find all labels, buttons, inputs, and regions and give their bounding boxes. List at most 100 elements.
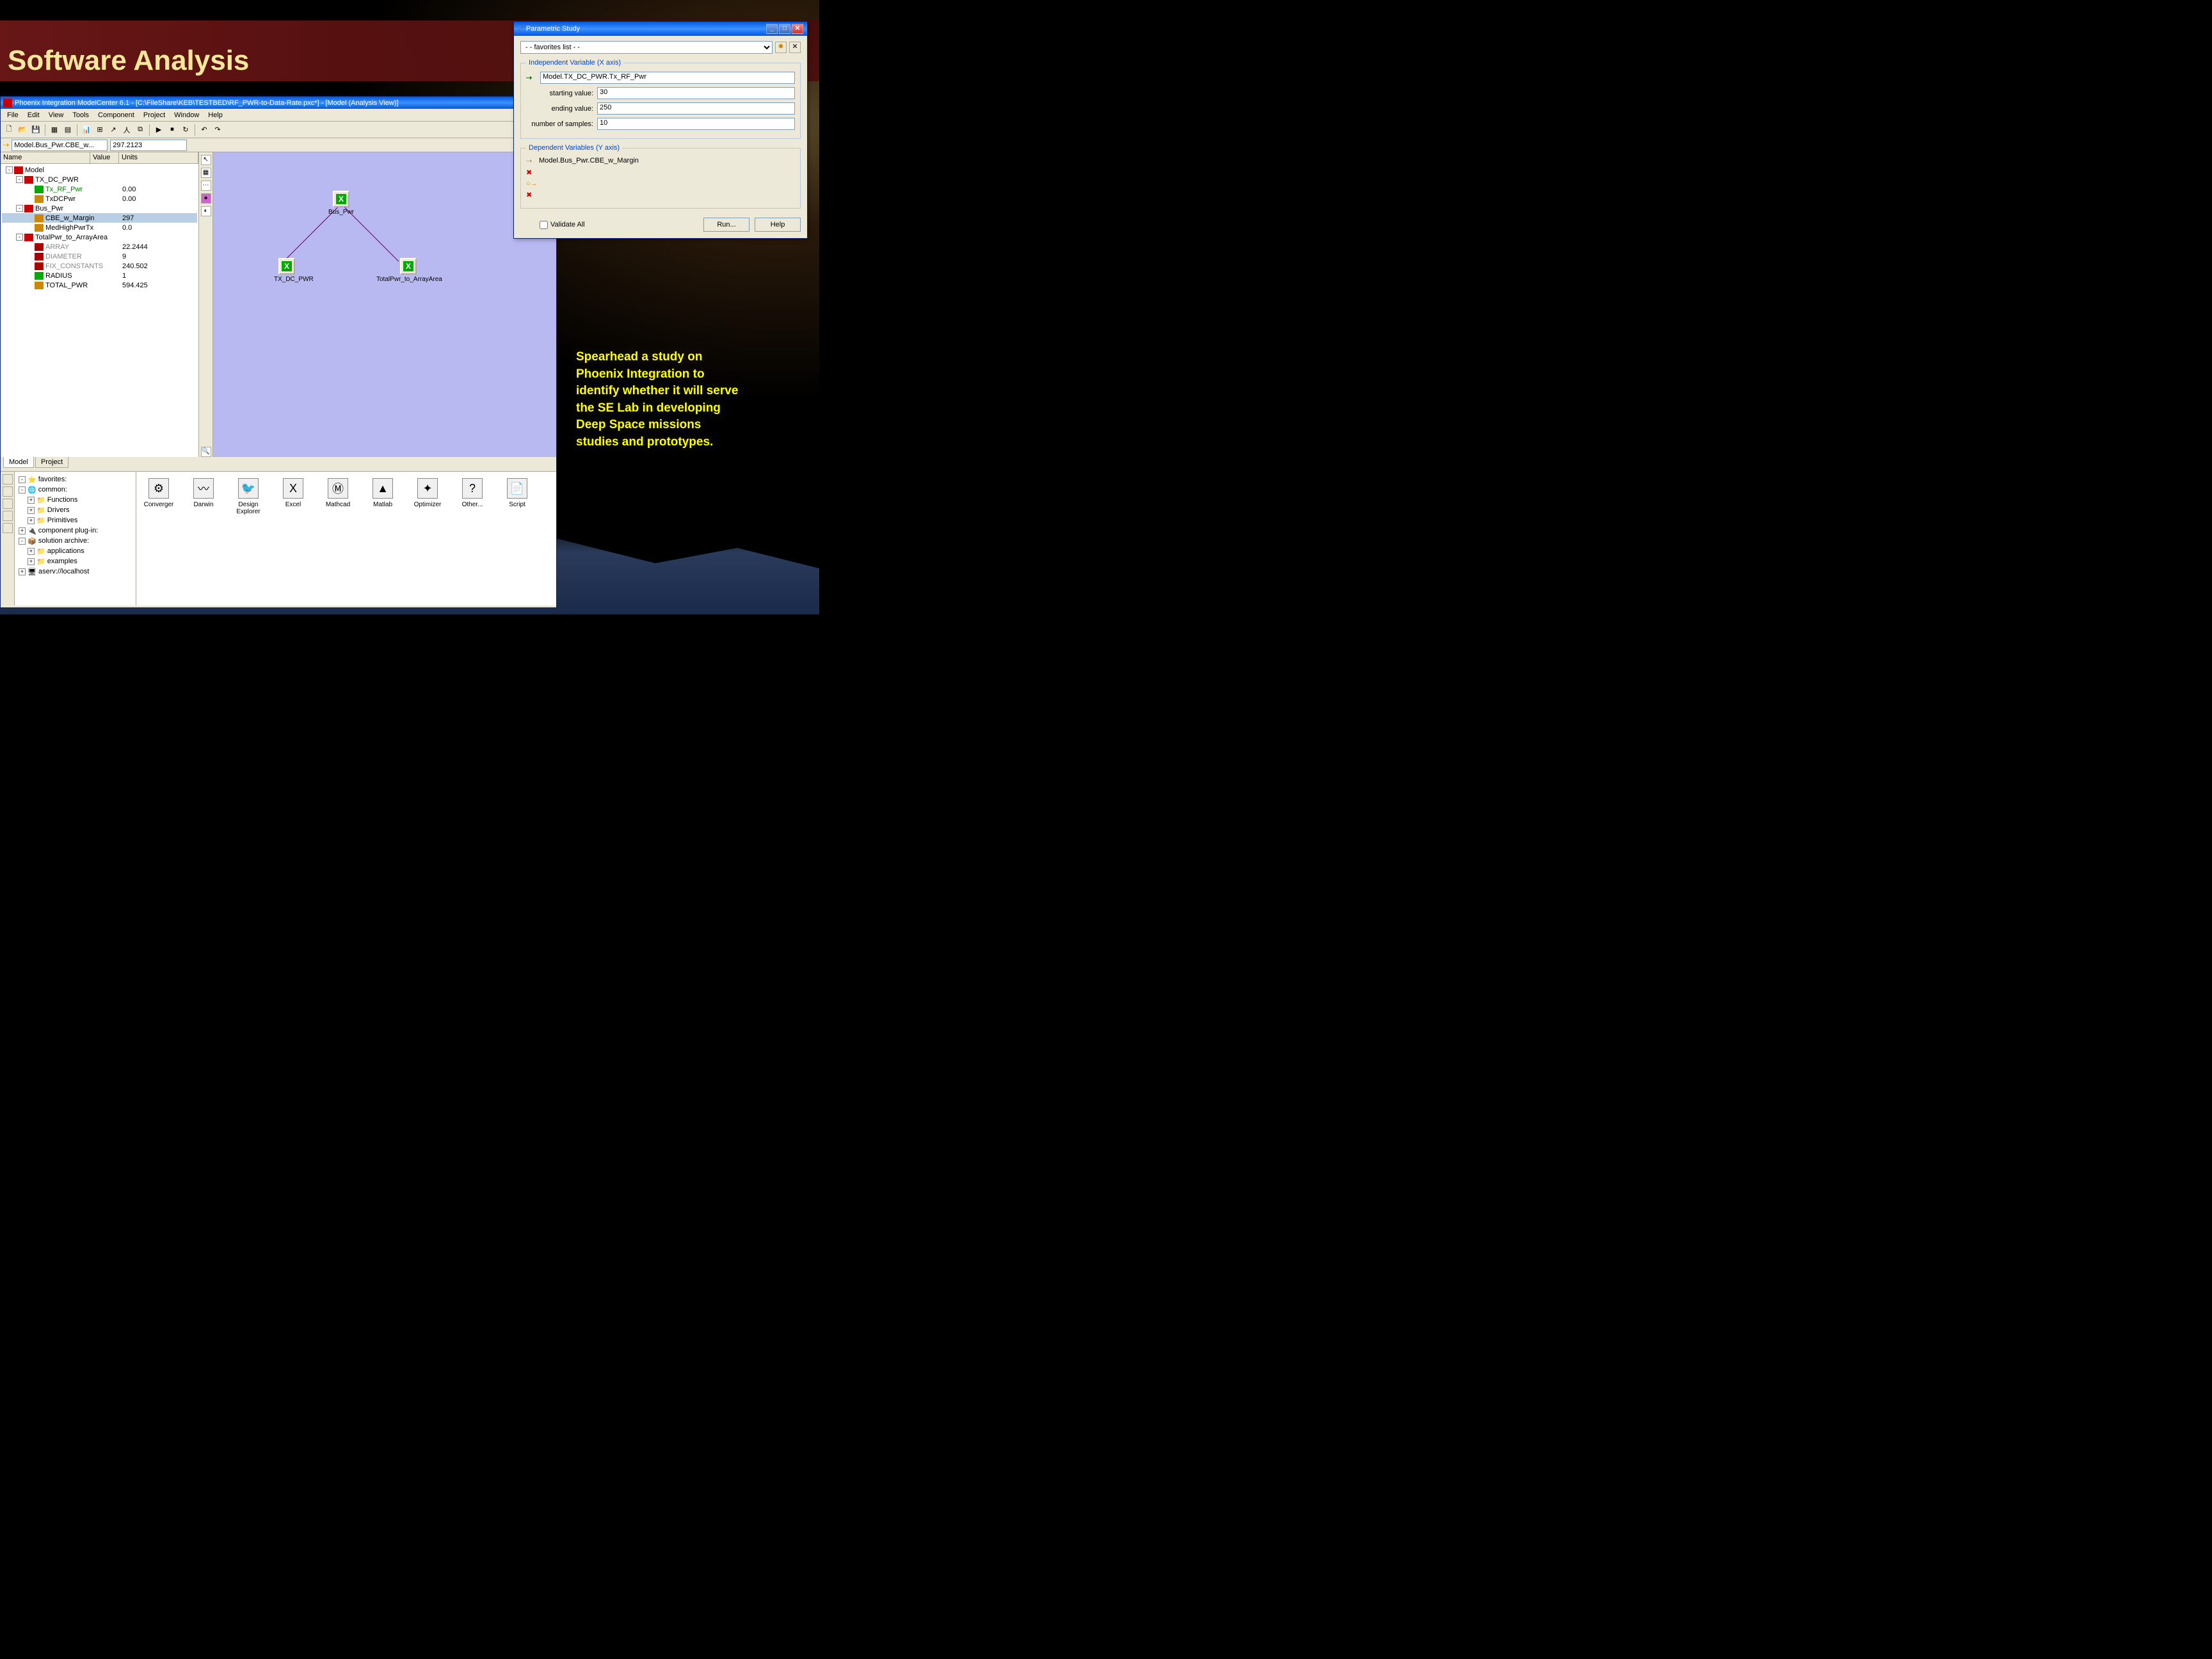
expand-icon[interactable]: - [16, 176, 23, 183]
input-var-icon[interactable]: ⇢ [526, 74, 536, 83]
node-bus-pwr[interactable]: X Bus_Pwr [328, 191, 354, 216]
palette-item[interactable]: ⚙Converger [143, 478, 175, 508]
toolbar-icon[interactable]: ▶ [153, 124, 164, 136]
toolbar-icon[interactable]: ⧉ [134, 124, 146, 136]
menu-window[interactable]: Window [170, 110, 203, 120]
menu-file[interactable]: File [3, 110, 22, 120]
expand-icon[interactable]: - [16, 234, 23, 241]
tree-row[interactable]: RADIUS1 [2, 271, 197, 280]
node-tx-dc-pwr[interactable]: X TX_DC_PWR [274, 258, 300, 283]
server-tree-row[interactable]: +🖥aserv://localhost [17, 566, 133, 577]
indep-var-field[interactable]: Model.TX_DC_PWR.Tx_RF_Pwr [540, 72, 795, 84]
menu-project[interactable]: Project [140, 110, 169, 120]
chart-icon[interactable]: 📊 [81, 124, 92, 136]
expand-icon[interactable]: + [28, 517, 35, 524]
tree-row[interactable]: Tx_RF_Pwr0.00 [2, 184, 197, 194]
maximize-icon[interactable]: □ [779, 24, 790, 34]
server-tree-row[interactable]: -📦solution archive: [17, 536, 133, 546]
expand-icon[interactable]: + [28, 497, 35, 504]
server-tree-row[interactable]: +📁Functions [17, 495, 133, 505]
dep-var-item[interactable]: Model.Bus_Pwr.CBE_w_Margin [539, 157, 795, 164]
tool-icon[interactable]: ▦ [201, 168, 211, 178]
tab-project[interactable]: Project [35, 457, 68, 468]
expand-icon[interactable]: + [19, 527, 26, 534]
new-icon[interactable]: 🗋 [3, 124, 15, 136]
output-var-icon[interactable]: ⇢ [526, 157, 539, 165]
tree-row[interactable]: DIAMETER9 [2, 252, 197, 261]
clear-vars-icon[interactable]: ✖ [526, 191, 539, 199]
redo-icon[interactable]: ↷ [212, 124, 223, 136]
close-icon[interactable]: ✕ [792, 24, 803, 34]
tool-icon[interactable]: ⋯ [201, 180, 211, 191]
toolbar-icon[interactable]: ▦ [49, 124, 60, 136]
undo-icon[interactable]: ↶ [198, 124, 210, 136]
toolbar-icon[interactable]: ⊞ [94, 124, 106, 136]
palette-item[interactable]: ▲Matlab [367, 478, 399, 508]
validate-checkbox-input[interactable] [540, 221, 548, 229]
tool-icon[interactable]: ● [201, 193, 211, 204]
dep-var-list[interactable]: Model.Bus_Pwr.CBE_w_Margin [539, 157, 795, 203]
side-icon[interactable] [3, 486, 13, 497]
remove-var-icon[interactable]: ✖ [526, 168, 539, 177]
toolbar-icon[interactable]: ↗ [108, 124, 119, 136]
side-icon[interactable] [3, 499, 13, 509]
expand-icon[interactable]: + [28, 548, 35, 555]
node-total-pwr[interactable]: X TotalPwr_to_ArrayArea [376, 258, 440, 283]
col-units[interactable]: Units [119, 152, 198, 163]
col-name[interactable]: Name [1, 152, 90, 163]
remove-favorite-icon[interactable]: ✕ [789, 42, 801, 53]
server-tree-row[interactable]: +🔌component plug-in: [17, 525, 133, 536]
expand-icon[interactable]: - [16, 205, 23, 212]
path-field[interactable] [12, 140, 108, 151]
favorites-dropdown[interactable]: - - favorites list - - [520, 41, 773, 54]
toolbar-icon[interactable]: ↻ [180, 124, 191, 136]
menu-view[interactable]: View [45, 110, 68, 120]
palette-item[interactable]: XExcel [277, 478, 309, 508]
tree-row[interactable]: CBE_w_Margin297 [2, 213, 197, 223]
minimize-icon[interactable]: _ [766, 24, 778, 34]
tool-icon[interactable]: ◐ [201, 206, 211, 216]
toolbar-icon[interactable]: ⏹ [166, 124, 178, 136]
model-canvas[interactable]: X Bus_Pwr X TX_DC_PWR X TotalPwr_to_Arra… [213, 152, 556, 457]
col-value[interactable]: Value [90, 152, 119, 163]
tree-row[interactable]: MedHighPwrTx0.0 [2, 223, 197, 232]
server-tree[interactable]: -⭐favorites:-🌐common:+📁Functions+📁Driver… [15, 472, 136, 605]
tree-row[interactable]: TOTAL_PWR594.425 [2, 280, 197, 290]
palette-item[interactable]: ⓂMathcad [322, 478, 354, 508]
server-tree-row[interactable]: -🌐common: [17, 485, 133, 495]
validate-all-checkbox[interactable]: Validate All [540, 221, 585, 229]
expand-icon[interactable]: + [19, 568, 26, 575]
save-icon[interactable]: 💾 [30, 124, 42, 136]
samples-field[interactable]: 10 [597, 118, 795, 130]
side-icon[interactable] [3, 523, 13, 533]
tree-row[interactable]: FIX_CONSTANTS240.502 [2, 261, 197, 271]
tree-row[interactable]: ARRAY22.2444 [2, 242, 197, 252]
end-value-field[interactable]: 250 [597, 102, 795, 115]
palette-item[interactable]: 🐦Design Explorer [232, 478, 264, 515]
server-tree-row[interactable]: +📁Drivers [17, 505, 133, 515]
tree-row[interactable]: -TotalPwr_to_ArrayArea [2, 232, 197, 242]
tree-row[interactable]: TxDCPwr0.00 [2, 194, 197, 204]
start-value-field[interactable]: 30 [597, 87, 795, 99]
add-output-icon[interactable]: ○→ [526, 180, 539, 188]
menu-help[interactable]: Help [204, 110, 227, 120]
server-tree-row[interactable]: +📁applications [17, 546, 133, 556]
palette-item[interactable]: 〰Darwin [188, 478, 220, 508]
zoom-icon[interactable]: 🔍 [201, 447, 211, 457]
tree-body[interactable]: -Model-TX_DC_PWRTx_RF_Pwr0.00TxDCPwr0.00… [1, 164, 198, 457]
menu-edit[interactable]: Edit [24, 110, 44, 120]
path-value-field[interactable] [110, 140, 187, 151]
palette-item[interactable]: ?Other... [456, 478, 488, 508]
expand-icon[interactable]: - [19, 538, 26, 545]
tree-row[interactable]: -Model [2, 165, 197, 175]
pointer-icon[interactable]: ↖ [201, 155, 211, 165]
expand-icon[interactable]: + [28, 558, 35, 565]
run-button[interactable]: Run... [703, 218, 749, 232]
mc-titlebar[interactable]: Phoenix Integration ModelCenter 6.1 - [C… [1, 97, 556, 109]
open-icon[interactable]: 📂 [17, 124, 28, 136]
add-favorite-icon[interactable]: ✹ [775, 42, 787, 53]
expand-icon[interactable]: - [19, 486, 26, 493]
side-icon[interactable] [3, 474, 13, 485]
server-tree-row[interactable]: -⭐favorites: [17, 474, 133, 485]
tree-row[interactable]: -TX_DC_PWR [2, 175, 197, 184]
